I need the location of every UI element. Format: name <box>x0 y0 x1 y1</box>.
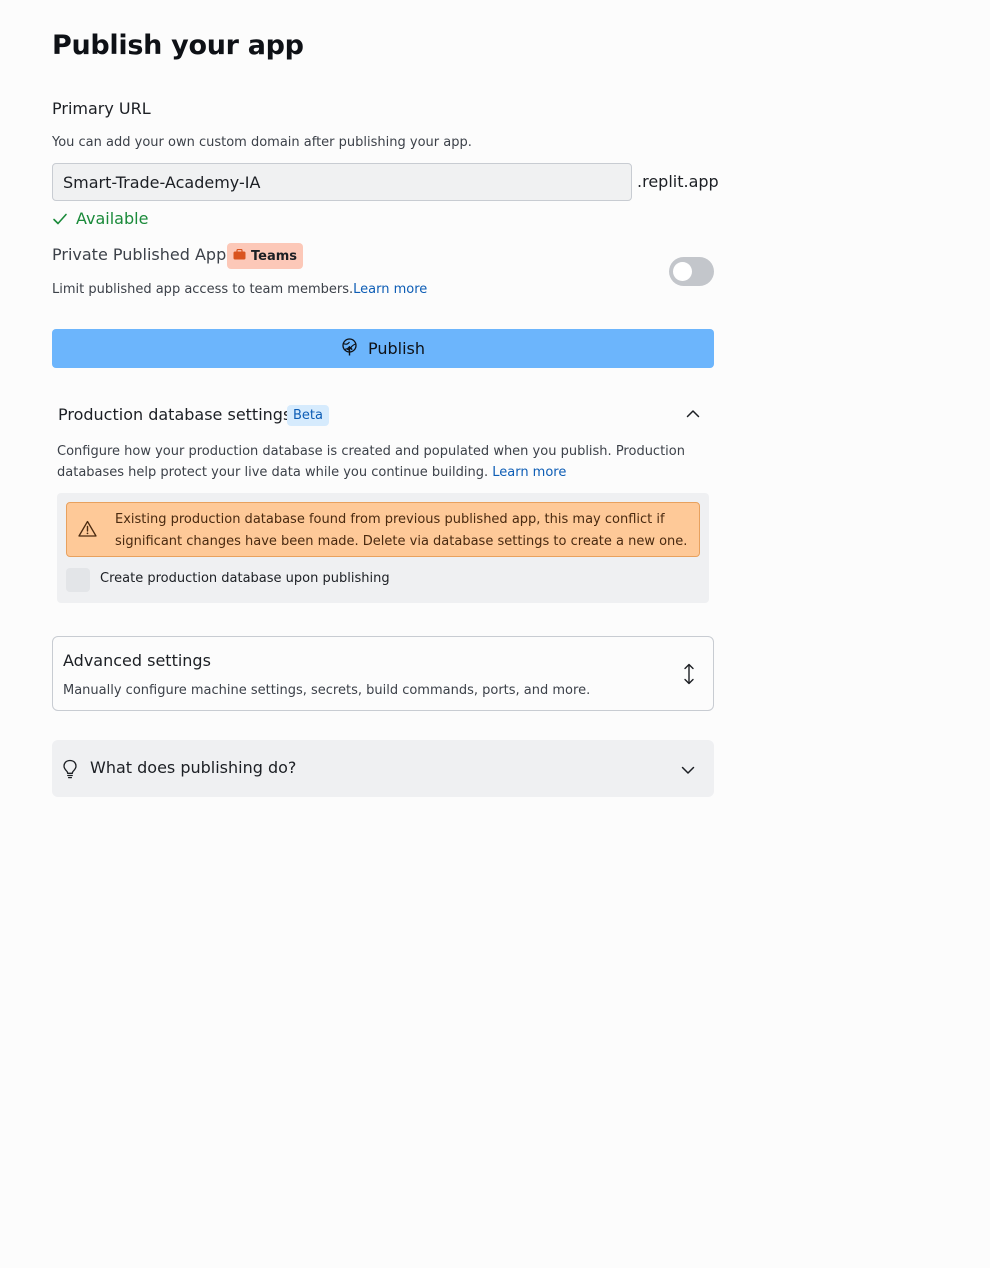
production-db-description: Configure how your production database i… <box>57 441 697 483</box>
warning-triangle-icon <box>78 520 97 541</box>
production-db-title: Production database settings <box>58 405 292 424</box>
private-app-toggle[interactable] <box>669 257 714 286</box>
advanced-settings-button[interactable]: Advanced settings Manually configure mac… <box>52 636 714 711</box>
chevron-down-icon <box>681 760 695 779</box>
chevron-up-icon <box>686 403 700 422</box>
briefcase-icon <box>233 248 246 264</box>
publish-globe-icon <box>341 337 358 360</box>
advanced-settings-description: Manually configure machine settings, sec… <box>63 683 591 698</box>
production-db-learn-more-link[interactable]: Learn more <box>492 465 566 480</box>
create-production-db-label: Create production database upon publishi… <box>100 571 390 586</box>
expand-vertical-icon <box>679 663 699 689</box>
page-title: Publish your app <box>52 30 304 61</box>
production-db-warning: Existing production database found from … <box>66 502 700 557</box>
production-db-panel: Existing production database found from … <box>57 493 709 603</box>
availability-status: Available <box>52 209 148 228</box>
availability-status-text: Available <box>76 209 149 228</box>
private-app-help: Limit published app access to team membe… <box>52 282 427 297</box>
private-app-learn-more-link[interactable]: Learn more <box>353 282 427 297</box>
private-app-help-text: Limit published app access to team membe… <box>52 282 354 297</box>
advanced-settings-title: Advanced settings <box>63 651 211 670</box>
check-icon <box>52 211 68 227</box>
publish-button-label: Publish <box>367 339 426 358</box>
teams-badge-label: Teams <box>251 248 298 264</box>
beta-badge: Beta <box>287 405 329 426</box>
primary-url-label: Primary URL <box>52 99 151 118</box>
url-suffix: .replit.app <box>637 172 719 191</box>
private-app-label: Private Published App <box>52 245 227 264</box>
primary-url-input[interactable] <box>52 163 632 201</box>
production-db-collapse-toggle[interactable] <box>683 402 703 422</box>
production-db-warning-text: Existing production database found from … <box>115 512 688 549</box>
primary-url-help-text: You can add your own custom domain after… <box>52 135 472 150</box>
what-does-publishing-do-accordion[interactable]: What does publishing do? <box>52 740 714 797</box>
publish-button[interactable]: Publish <box>52 329 714 368</box>
toggle-knob <box>673 262 692 281</box>
production-db-description-text: Configure how your production database i… <box>57 444 685 480</box>
create-production-db-checkbox[interactable] <box>66 568 90 592</box>
teams-badge: Teams <box>227 243 304 269</box>
what-does-publishing-do-title: What does publishing do? <box>90 758 297 777</box>
lightbulb-icon <box>62 759 78 783</box>
